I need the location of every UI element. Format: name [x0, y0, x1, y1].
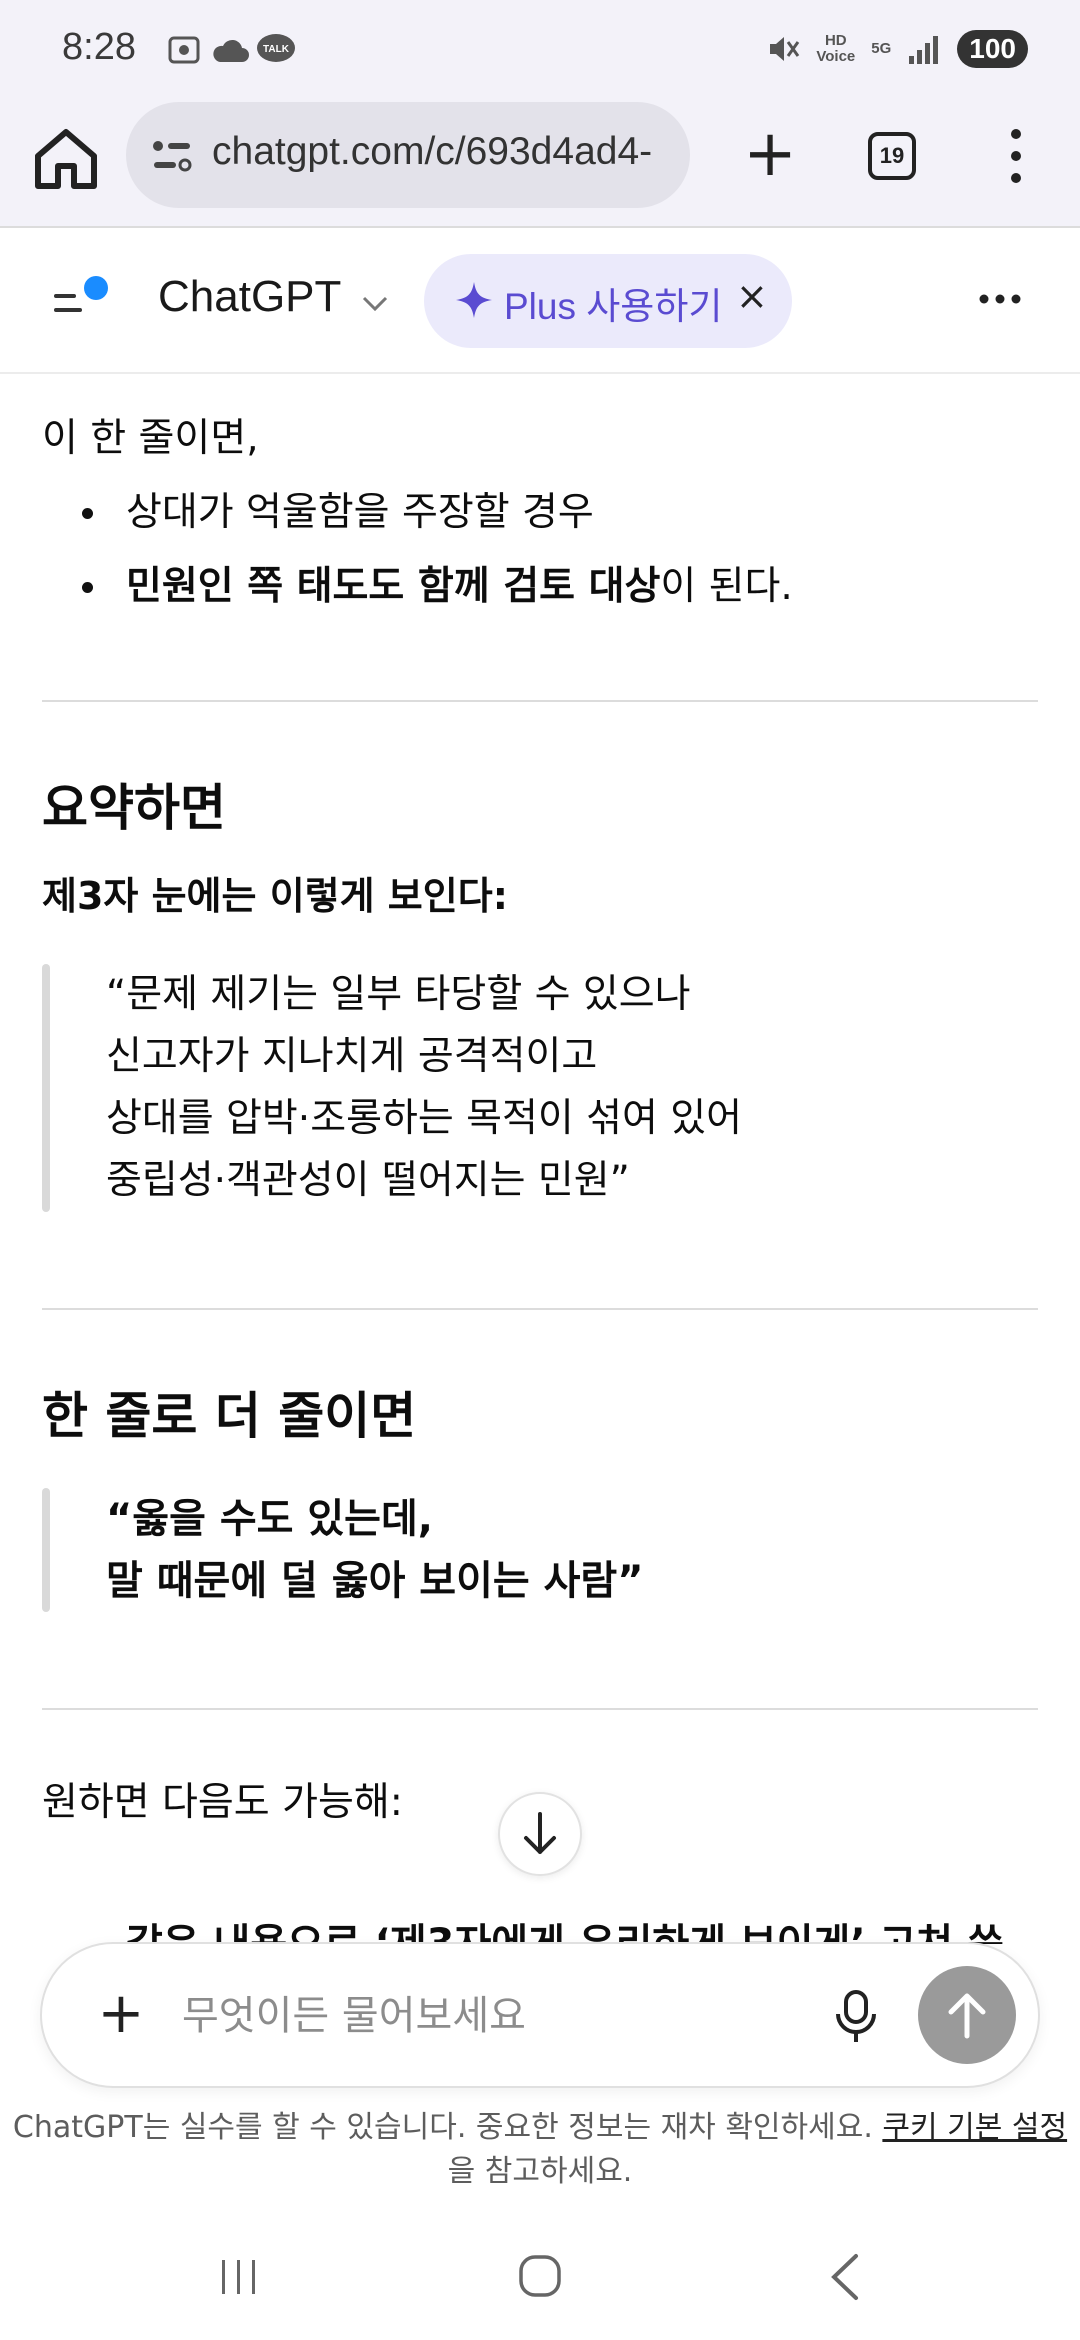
quote-line: 중립성·객관성이 떨어지는 민원”	[106, 1158, 630, 1203]
status-bar: 8:28 TALK HD Voice 5G 100	[0, 0, 1080, 96]
status-time: 8:28	[62, 26, 136, 68]
assistant-message: 이 한 줄이면, 상대가 억울함을 주장할 경우 민원인 쪽 태도도 함께 검토…	[42, 374, 1038, 1832]
address-bar[interactable]: chatgpt.com/c/693d4ad4-	[126, 102, 690, 208]
list-item: 민원인 쪽 태도도 함께 검토 대상이 된다.	[42, 558, 1038, 616]
summary-heading: 요약하면	[42, 779, 226, 837]
disclaimer-text: ChatGPT는 실수를 할 수 있습니다. 중요한 정보는 재차 확인하세요.…	[12, 2110, 1068, 2189]
list-item: 같은 내용으로 ‘제3자에게 유리하게 보이게’ 고쳐 쓴	[126, 1921, 1004, 1944]
scroll-to-bottom-button[interactable]	[498, 1792, 582, 1876]
upgrade-plus-pill[interactable]: Plus 사용하기 ×	[424, 254, 792, 348]
new-tab-button[interactable]: +	[730, 114, 810, 194]
quote-line: 상대를 압박·조롱하는 목적이 섞여 있어	[106, 1096, 743, 1141]
network-badge: 5G	[871, 40, 892, 57]
nav-back-icon[interactable]	[826, 2252, 862, 2302]
divider	[42, 1708, 1038, 1710]
divider	[42, 700, 1038, 702]
summary-lead: 제3자 눈에는 이렇게 보인다:	[42, 874, 508, 918]
list-item: 상대가 억울함을 주장할 경우	[42, 484, 1038, 542]
more-options-icon[interactable]	[978, 292, 1022, 306]
browser-menu-icon[interactable]	[996, 126, 1036, 186]
screenshot-icon	[168, 36, 200, 64]
chevron-down-icon[interactable]	[360, 294, 390, 314]
message-composer: +	[40, 1942, 1040, 2088]
sidebar-menu-icon[interactable]	[50, 272, 110, 332]
url-text: chatgpt.com/c/693d4ad4-	[212, 130, 653, 173]
message-input[interactable]	[182, 1988, 822, 2044]
talk-icon: TALK	[257, 34, 295, 62]
quote-line: “옳을 수도 있는데,	[106, 1496, 433, 1542]
close-icon[interactable]: ×	[736, 274, 768, 318]
status-right: HD Voice 5G 100	[766, 30, 1028, 68]
svg-text:TALK: TALK	[263, 44, 290, 55]
bullet-list: 상대가 억울함을 주장할 경우 민원인 쪽 태도도 함께 검토 대상이 된다.	[42, 484, 1038, 616]
cookie-settings-link[interactable]: 쿠키 기본 설정	[882, 2110, 1067, 2145]
site-settings-icon[interactable]	[152, 138, 192, 174]
summary-blockquote: “문제 제기는 일부 타당할 수 있으나 신고자가 지나치게 공격적이고 상대를…	[42, 964, 1038, 1212]
short-blockquote: “옳을 수도 있는데, 말 때문에 덜 옳아 보이는 사람”	[42, 1488, 1038, 1612]
intro-text: 이 한 줄이면,	[42, 416, 259, 461]
arrow-down-icon	[524, 1812, 556, 1854]
app-header: ChatGPT Plus 사용하기 ×	[0, 228, 1080, 374]
mute-icon	[770, 37, 800, 61]
model-selector-label[interactable]: ChatGPT	[158, 272, 341, 322]
quote-line: 말 때문에 덜 옳아 보이는 사람”	[106, 1558, 644, 1604]
hd-voice-badge: HD Voice	[816, 32, 856, 65]
attach-plus-button[interactable]: +	[96, 1984, 146, 2044]
recent-apps-icon[interactable]	[218, 2256, 260, 2298]
arrow-up-icon	[948, 1993, 986, 2039]
quote-line: “문제 제기는 일부 타당할 수 있으나	[106, 972, 691, 1017]
divider	[42, 1308, 1038, 1310]
send-button[interactable]	[918, 1966, 1016, 2064]
upgrade-plus-label[interactable]: Plus 사용하기	[504, 276, 722, 330]
nav-home-icon[interactable]	[518, 2254, 562, 2298]
browser-toolbar: chatgpt.com/c/693d4ad4- + 19	[0, 96, 1080, 228]
sparkle-icon	[456, 282, 492, 318]
tab-switcher-button[interactable]: 19	[868, 132, 916, 180]
microphone-icon[interactable]	[834, 1986, 878, 2046]
home-icon[interactable]	[28, 120, 104, 196]
system-nav-bar	[0, 2220, 1080, 2340]
short-heading: 한 줄로 더 줄이면	[42, 1387, 417, 1445]
signal-icon	[909, 36, 939, 64]
cloud-icon	[213, 39, 249, 62]
quote-line: 신고자가 지나치게 공격적이고	[106, 1034, 598, 1079]
battery-level: 100	[957, 30, 1028, 68]
